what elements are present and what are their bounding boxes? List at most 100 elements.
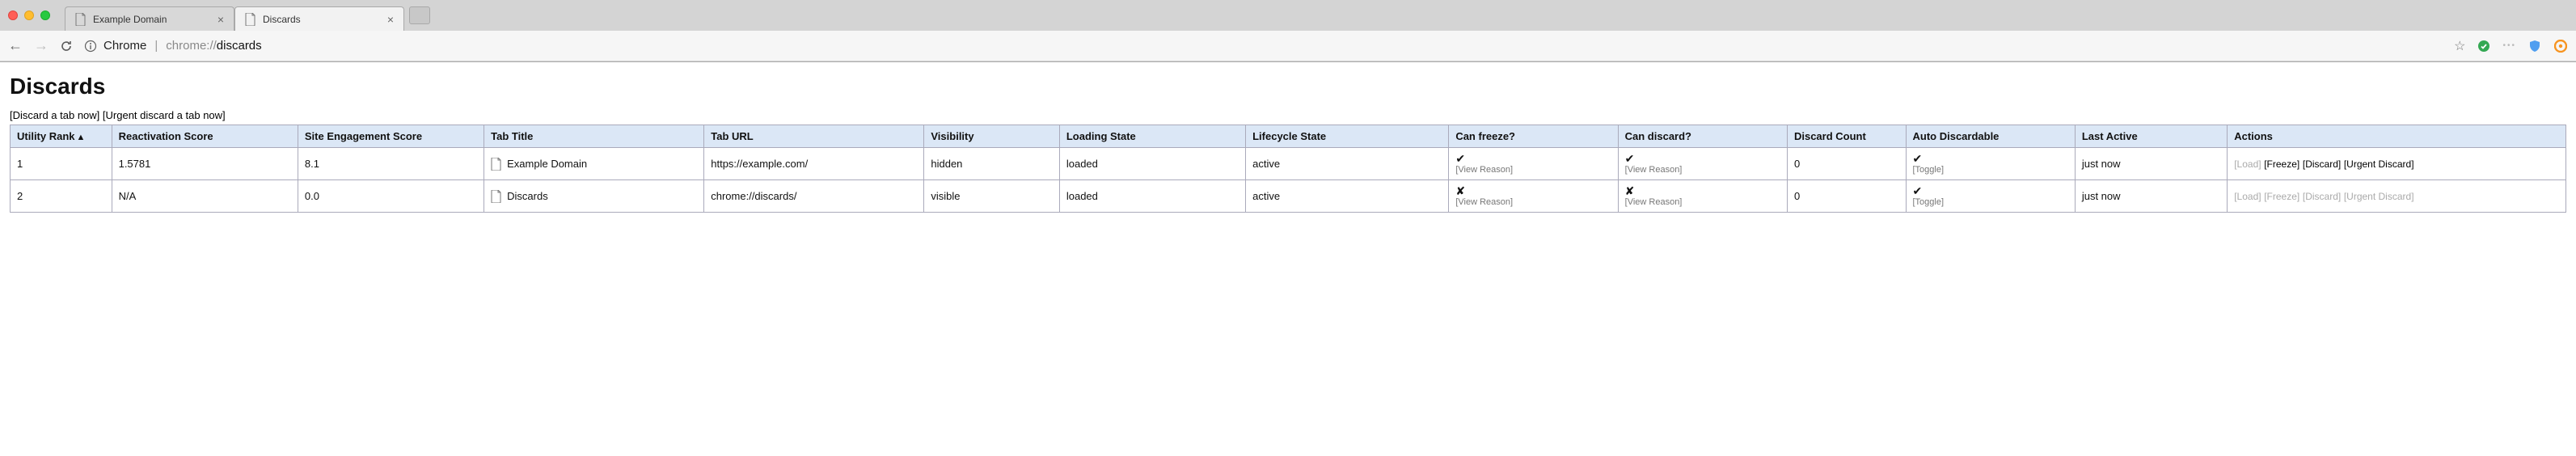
new-tab-button[interactable] (409, 6, 430, 24)
reload-button[interactable] (60, 40, 73, 53)
bookmark-star-icon[interactable]: ☆ (2454, 38, 2465, 54)
discard-action[interactable]: [Discard] (2303, 158, 2341, 170)
table-row: 2N/A0.0Discardschrome://discards/visible… (11, 180, 2566, 213)
col-header-tab-url[interactable]: Tab URL (704, 125, 924, 148)
check-icon: ✔ (1913, 184, 1923, 197)
col-header-discard-count[interactable]: Discard Count (1787, 125, 1906, 148)
minimize-window-button[interactable] (24, 11, 34, 20)
close-tab-icon[interactable]: × (217, 13, 224, 26)
window-controls (8, 11, 50, 20)
page-icon (75, 14, 87, 25)
cell-tab-title: Discards (484, 180, 704, 213)
urgent-discard-action[interactable]: [Urgent Discard] (2344, 158, 2414, 170)
toggle-link[interactable]: [Toggle] (1913, 197, 2068, 207)
toolbar: ← → Chrome | chrome://discards ☆ ••• (0, 31, 2576, 61)
cell-actions: [Load] [Freeze] [Discard] [Urgent Discar… (2228, 180, 2566, 213)
load-action[interactable]: [Load] (2234, 191, 2261, 202)
urgent-discard-tab-now-link[interactable]: [Urgent discard a tab now] (103, 109, 226, 121)
close-window-button[interactable] (8, 11, 18, 20)
close-tab-icon[interactable]: × (387, 13, 394, 26)
extension-icon[interactable]: ••• (2502, 41, 2516, 50)
view-reason-link[interactable]: [View Reason] (1455, 197, 1611, 207)
forward-button[interactable]: → (34, 37, 49, 54)
cell-reactivation: 1.5781 (112, 148, 298, 180)
col-header-visibility[interactable]: Visibility (924, 125, 1059, 148)
cell-actions: [Load] [Freeze] [Discard] [Urgent Discar… (2228, 148, 2566, 180)
cell-tab-url: chrome://discards/ (704, 180, 924, 213)
view-reason-link[interactable]: [View Reason] (1455, 165, 1611, 175)
cell-loading: loaded (1059, 148, 1245, 180)
cell-visibility: visible (924, 180, 1059, 213)
page-icon (245, 14, 256, 25)
cell-can-freeze: ✘[View Reason] (1449, 180, 1618, 213)
col-header-last-active[interactable]: Last Active (2075, 125, 2227, 148)
titlebar: Example Domain × Discards × (0, 0, 2576, 31)
col-header-auto-discardable[interactable]: Auto Discardable (1906, 125, 2075, 148)
load-action[interactable]: [Load] (2234, 158, 2261, 170)
page-icon (491, 158, 502, 171)
cell-tab-url: https://example.com/ (704, 148, 924, 180)
col-header-reactivation[interactable]: Reactivation Score (112, 125, 298, 148)
check-icon: ✘ (1455, 184, 1465, 197)
check-icon: ✔ (1625, 152, 1635, 165)
extension-icon[interactable] (2477, 39, 2491, 53)
page-content: Discards [Discard a tab now] [Urgent dis… (0, 62, 2576, 229)
site-info-icon[interactable] (84, 40, 97, 53)
col-header-utility-rank[interactable]: Utility Rank▲ (11, 125, 112, 148)
cell-last-active: just now (2075, 148, 2227, 180)
cell-rank: 2 (11, 180, 112, 213)
tab-title: Example Domain (93, 14, 211, 25)
discard-action[interactable]: [Discard] (2303, 191, 2341, 202)
tab-title: Discards (263, 14, 381, 25)
col-header-can-freeze[interactable]: Can freeze? (1449, 125, 1618, 148)
toggle-link[interactable]: [Toggle] (1913, 165, 2068, 175)
col-header-actions[interactable]: Actions (2228, 125, 2566, 148)
url-separator: | (154, 39, 158, 53)
extension-icon[interactable] (2553, 39, 2568, 53)
col-header-tab-title[interactable]: Tab Title (484, 125, 704, 148)
browser-chrome: Example Domain × Discards × ← → Chrome | (0, 0, 2576, 62)
cell-engagement: 0.0 (298, 180, 484, 213)
col-header-can-discard[interactable]: Can discard? (1618, 125, 1787, 148)
cell-lifecycle: active (1246, 148, 1449, 180)
maximize-window-button[interactable] (40, 11, 50, 20)
sort-ascending-icon: ▲ (77, 133, 86, 142)
cell-visibility: hidden (924, 148, 1059, 180)
browser-tab[interactable]: Example Domain × (65, 6, 234, 31)
urgent-discard-action[interactable]: [Urgent Discard] (2344, 191, 2414, 202)
url-scheme: Chrome (103, 39, 146, 53)
cell-auto-discardable: ✔[Toggle] (1906, 180, 2075, 213)
cell-can-discard: ✔[View Reason] (1618, 148, 1787, 180)
freeze-action[interactable]: [Freeze] (2264, 191, 2299, 202)
table-row: 11.57818.1 Example Domain https://example.… (11, 148, 2566, 180)
check-icon: ✔ (1455, 152, 1465, 165)
view-reason-link[interactable]: [View Reason] (1625, 197, 1780, 207)
check-icon: ✔ (1913, 152, 1923, 165)
col-header-loading[interactable]: Loading State (1059, 125, 1245, 148)
extension-icon[interactable] (2527, 39, 2542, 53)
cell-tab-title: Example Domain (484, 148, 704, 180)
url-path: discards (217, 39, 262, 53)
cell-lifecycle: active (1246, 180, 1449, 213)
tabs-strip: Example Domain × Discards × (65, 0, 430, 31)
top-actions: [Discard a tab now] [Urgent discard a ta… (10, 109, 2566, 121)
back-button[interactable]: ← (8, 37, 23, 54)
cell-loading: loaded (1059, 180, 1245, 213)
check-icon: ✘ (1625, 184, 1635, 197)
col-header-lifecycle[interactable]: Lifecycle State (1246, 125, 1449, 148)
view-reason-link[interactable]: [View Reason] (1625, 165, 1780, 175)
col-header-engagement[interactable]: Site Engagement Score (298, 125, 484, 148)
cell-can-discard: ✘[View Reason] (1618, 180, 1787, 213)
omnibox[interactable]: Chrome | chrome://discards (84, 39, 2443, 53)
page-icon (491, 190, 502, 203)
discards-table: Utility Rank▲ Reactivation Score Site En… (10, 125, 2566, 213)
freeze-action[interactable]: [Freeze] (2264, 158, 2299, 170)
discard-tab-now-link[interactable]: [Discard a tab now] (10, 109, 99, 121)
cell-discard-count: 0 (1787, 180, 1906, 213)
cell-rank: 1 (11, 148, 112, 180)
browser-tab[interactable]: Discards × (234, 6, 404, 31)
cell-engagement: 8.1 (298, 148, 484, 180)
cell-auto-discardable: ✔[Toggle] (1906, 148, 2075, 180)
cell-tab-title-text: Discards (507, 190, 548, 202)
cell-tab-title-text: Example Domain (507, 158, 587, 170)
